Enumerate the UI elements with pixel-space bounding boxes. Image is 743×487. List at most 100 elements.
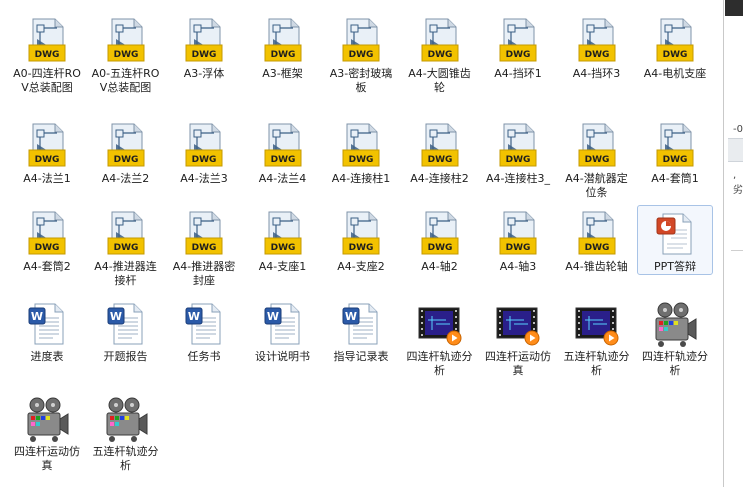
file-item[interactable]: DWG A0-四连杆ROV总装配图 bbox=[9, 12, 85, 96]
dwg-file-icon: DWG bbox=[23, 210, 71, 258]
file-item[interactable]: DWG A4-轴2 bbox=[402, 205, 478, 275]
word-document-icon: W bbox=[180, 300, 228, 348]
svg-text:W: W bbox=[345, 310, 357, 323]
file-name-label: A4-连接柱1 bbox=[331, 172, 391, 185]
dwg-badge: DWG bbox=[192, 50, 217, 60]
dwg-badge: DWG bbox=[349, 50, 374, 60]
video-file-icon bbox=[416, 300, 464, 348]
file-item[interactable]: 四连杆轨迹分析 bbox=[637, 295, 713, 379]
file-item[interactable]: DWG A3-密封玻璃板 bbox=[323, 12, 399, 96]
file-name-label: A0-四连杆ROV总装配图 bbox=[13, 67, 81, 94]
file-item[interactable]: W 指导记录表 bbox=[323, 295, 399, 365]
dwg-badge: DWG bbox=[427, 155, 452, 165]
dwg-file-icon: DWG bbox=[259, 17, 307, 65]
dwg-badge: DWG bbox=[584, 155, 609, 165]
dwg-file-icon: DWG bbox=[573, 210, 621, 258]
adjacent-window-titlebar bbox=[725, 0, 743, 16]
file-item[interactable]: 五连杆轨迹分析 bbox=[559, 295, 635, 379]
file-item[interactable]: DWG A4-法兰3 bbox=[166, 117, 242, 187]
video-file-icon bbox=[573, 300, 621, 348]
file-item[interactable]: W 任务书 bbox=[166, 295, 242, 365]
word-document-icon: W bbox=[102, 300, 150, 348]
file-name-label: A4-轴2 bbox=[421, 260, 458, 273]
file-item[interactable]: PPT答辩 bbox=[637, 205, 713, 275]
dwg-badge: DWG bbox=[427, 243, 452, 253]
file-item[interactable]: DWG A4-法兰1 bbox=[9, 117, 85, 187]
file-name-label: A4-支座2 bbox=[337, 260, 385, 273]
dwg-file-icon: DWG bbox=[102, 122, 150, 170]
dwg-badge: DWG bbox=[349, 243, 374, 253]
file-item[interactable]: DWG A4-支座1 bbox=[245, 205, 321, 275]
file-name-label: 四连杆轨迹分析 bbox=[406, 350, 473, 377]
file-item[interactable]: W 开题报告 bbox=[88, 295, 164, 365]
file-item[interactable]: DWG A0-五连杆ROV总装配图 bbox=[88, 12, 164, 96]
file-item[interactable]: DWG A3-浮体 bbox=[166, 12, 242, 82]
dwg-badge: DWG bbox=[113, 243, 138, 253]
file-item[interactable]: DWG A4-套筒1 bbox=[637, 117, 713, 187]
file-name-label: A4-轴3 bbox=[499, 260, 537, 273]
dwg-badge: DWG bbox=[270, 243, 295, 253]
file-name-label: A4-大圆锥齿轮 bbox=[408, 67, 471, 94]
file-name-label: A4-法兰1 bbox=[23, 172, 71, 185]
file-item[interactable]: DWG A4-推进器密封座 bbox=[166, 205, 242, 289]
dwg-badge: DWG bbox=[192, 155, 217, 165]
dwg-badge: DWG bbox=[35, 243, 60, 253]
file-item[interactable]: DWG A4-挡环3 bbox=[559, 12, 635, 82]
dwg-file-icon: DWG bbox=[573, 17, 621, 65]
file-name-label: A0-五连杆ROV总装配图 bbox=[91, 67, 160, 94]
file-item[interactable]: 四连杆轨迹分析 bbox=[402, 295, 478, 379]
file-item[interactable]: DWG A4-连接柱3_ bbox=[480, 117, 556, 187]
svg-text:W: W bbox=[31, 310, 43, 323]
dwg-badge: DWG bbox=[506, 155, 531, 165]
file-name-label: A4-推进器密封座 bbox=[172, 260, 236, 287]
file-item[interactable]: DWG A4-套筒2 bbox=[9, 205, 85, 275]
file-item[interactable]: DWG A4-潜航器定位条 bbox=[559, 117, 635, 201]
dwg-badge: DWG bbox=[584, 243, 609, 253]
file-name-label: 进度表 bbox=[30, 350, 64, 363]
dwg-file-icon: DWG bbox=[651, 17, 699, 65]
file-item[interactable]: DWG A3-框架 bbox=[245, 12, 321, 82]
movie-camera-icon bbox=[23, 395, 71, 443]
dwg-badge: DWG bbox=[506, 50, 531, 60]
dwg-file-icon: DWG bbox=[259, 122, 307, 170]
dwg-file-icon: DWG bbox=[573, 122, 621, 170]
dwg-badge: DWG bbox=[584, 50, 609, 60]
file-item[interactable]: DWG A4-电机支座 bbox=[637, 12, 713, 82]
dwg-badge: DWG bbox=[192, 243, 217, 253]
file-item[interactable]: DWG A4-轴3 bbox=[480, 205, 556, 275]
file-name-label: A3-框架 bbox=[262, 67, 303, 80]
svg-text:W: W bbox=[188, 310, 200, 323]
file-item[interactable]: 四连杆运动仿真 bbox=[480, 295, 556, 379]
file-item[interactable]: DWG A4-支座2 bbox=[323, 205, 399, 275]
file-item[interactable]: W 设计说明书 bbox=[245, 295, 321, 365]
file-item[interactable]: DWG A4-锥齿轮轴 bbox=[559, 205, 635, 275]
file-name-label: A4-套筒2 bbox=[23, 260, 71, 273]
file-item[interactable]: DWG A4-推进器连接杆 bbox=[88, 205, 164, 289]
dwg-badge: DWG bbox=[113, 50, 138, 60]
file-name-label: A4-连接柱3_ bbox=[486, 172, 550, 185]
file-item[interactable]: DWG A4-法兰4 bbox=[245, 117, 321, 187]
word-document-icon: W bbox=[23, 300, 71, 348]
dwg-file-icon: DWG bbox=[259, 210, 307, 258]
dwg-file-icon: DWG bbox=[337, 17, 385, 65]
file-name-label: A4-挡环3 bbox=[572, 67, 621, 80]
file-name-label: A4-连接柱2 bbox=[410, 172, 469, 185]
dwg-badge: DWG bbox=[663, 50, 688, 60]
file-item[interactable]: W 进度表 bbox=[9, 295, 85, 365]
file-name-label: 指导记录表 bbox=[333, 350, 389, 363]
file-item[interactable]: 五连杆轨迹分析 bbox=[88, 390, 164, 474]
dwg-badge: DWG bbox=[663, 155, 688, 165]
file-item[interactable]: DWG A4-连接柱1 bbox=[323, 117, 399, 187]
file-name-label: A4-挡环1 bbox=[494, 67, 542, 80]
file-item[interactable]: DWG A4-挡环1 bbox=[480, 12, 556, 82]
file-name-label: 五连杆轨迹分析 bbox=[563, 350, 630, 377]
svg-text:W: W bbox=[109, 310, 121, 323]
dwg-file-icon: DWG bbox=[180, 17, 228, 65]
file-item[interactable]: DWG A4-法兰2 bbox=[88, 117, 164, 187]
file-item[interactable]: 四连杆运动仿真 bbox=[9, 390, 85, 474]
file-grid: DWG A0-四连杆ROV总装配图 DWG A0-五连杆ROV总装配图 DWG A3-浮体… bbox=[0, 0, 723, 487]
dwg-file-icon: DWG bbox=[337, 122, 385, 170]
file-item[interactable]: DWG A4-大圆锥齿轮 bbox=[402, 12, 478, 96]
file-item[interactable]: DWG A4-连接柱2 bbox=[402, 117, 478, 187]
dwg-badge: DWG bbox=[349, 155, 374, 165]
